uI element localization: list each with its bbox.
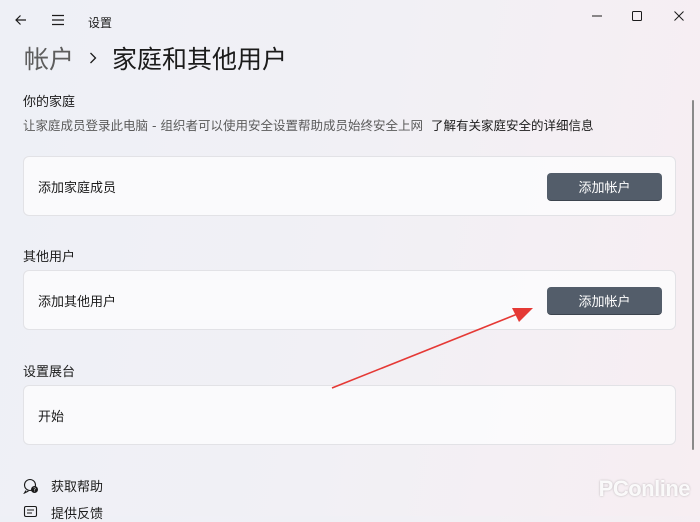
annotation-arrow	[331, 308, 533, 389]
watermark-logo: PConline	[598, 476, 691, 501]
